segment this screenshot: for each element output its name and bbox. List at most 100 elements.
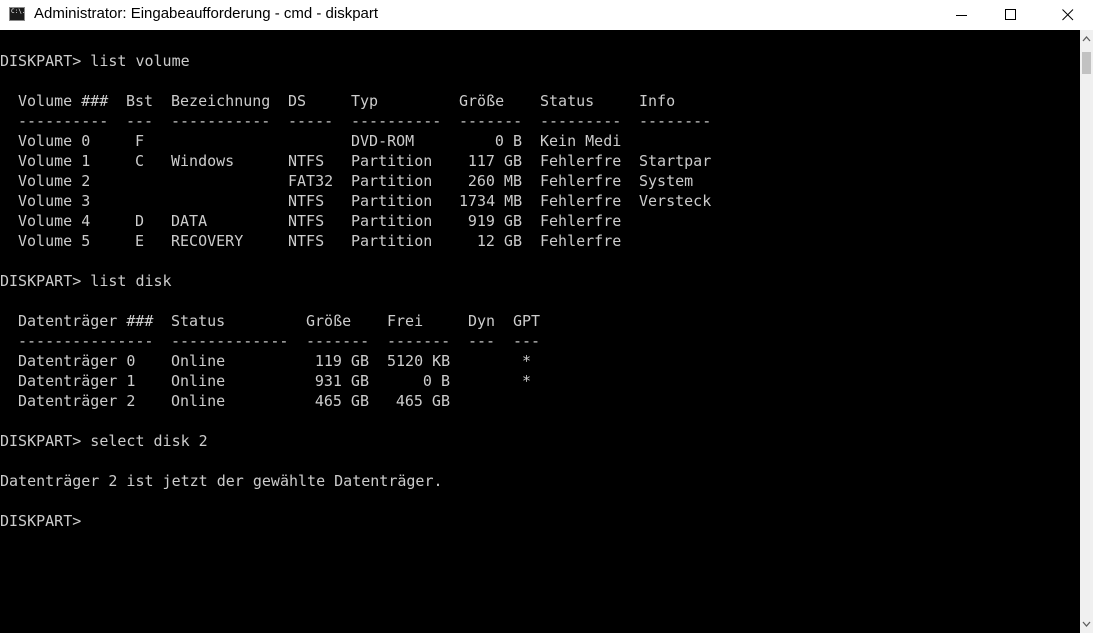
- volume-label: DATA: [171, 212, 208, 230]
- separator: ---: [468, 332, 496, 350]
- volume-status: Fehlerfre: [540, 212, 622, 230]
- volume-fs: NTFS: [288, 152, 325, 170]
- column-header: Bst: [126, 92, 154, 110]
- volume-info: Versteck: [639, 192, 712, 210]
- disk-free: 465 GB: [395, 392, 450, 410]
- separator: ---: [126, 112, 154, 130]
- disk-size: 465 GB: [314, 392, 369, 410]
- volume-fs: NTFS: [288, 212, 325, 230]
- disk-gpt: *: [522, 372, 532, 390]
- column-header: Status: [540, 92, 595, 110]
- volume-name: Volume 3: [18, 192, 91, 210]
- column-header: Größe: [306, 312, 352, 330]
- volume-size: 260 MB: [467, 172, 522, 190]
- volume-table-separator: ---------- --- ----------- ----- -------…: [0, 111, 1080, 131]
- volume-name: Volume 4: [18, 212, 91, 230]
- table-row: Volume 1 C Windows NTFS Partition 117 GB…: [0, 151, 1080, 171]
- minimize-button[interactable]: [939, 0, 985, 30]
- cmd-icon-glyph: C:\.: [11, 8, 26, 15]
- column-header: Frei: [387, 312, 424, 330]
- column-header: Bezeichnung: [171, 92, 271, 110]
- volume-info: System: [639, 172, 694, 190]
- volume-size: 12 GB: [476, 232, 522, 250]
- title-bar[interactable]: C:\. Administrator: Eingabeaufforderung …: [0, 0, 1093, 30]
- separator: ---------------: [18, 332, 154, 350]
- disk-status: Online: [171, 372, 226, 390]
- disk-name: Datenträger 0: [18, 352, 136, 370]
- disk-status: Online: [171, 392, 226, 410]
- scroll-down-button[interactable]: [1080, 617, 1093, 631]
- disk-table-header: Datenträger ### Status Größe Frei Dyn GP…: [0, 311, 1080, 331]
- table-row: Volume 3 NTFS Partition 1734 MB Fehlerfr…: [0, 191, 1080, 211]
- close-button[interactable]: [1045, 0, 1091, 30]
- vertical-scrollbar[interactable]: [1080, 30, 1093, 633]
- scroll-up-button[interactable]: [1080, 32, 1093, 46]
- volume-status: Fehlerfre: [540, 152, 622, 170]
- prompt-line: DISKPART> select disk 2: [0, 432, 208, 450]
- volume-fs: NTFS: [288, 232, 325, 250]
- prompt-line[interactable]: DISKPART>: [0, 511, 81, 531]
- maximize-icon: [1005, 9, 1016, 20]
- scroll-thumb[interactable]: [1082, 52, 1091, 74]
- table-row: Volume 4 D DATA NTFS Partition 919 GB Fe…: [0, 211, 1080, 231]
- disk-free: 5120 KB: [387, 352, 451, 370]
- disk-name: Datenträger 1: [18, 372, 136, 390]
- separator: -----: [288, 112, 334, 130]
- volume-size: 0 B: [494, 132, 522, 150]
- table-row: Datenträger 0 Online 119 GB 5120 KB *: [0, 351, 1080, 371]
- separator: -------------: [171, 332, 289, 350]
- column-header: Dyn: [468, 312, 496, 330]
- disk-size: 931 GB: [314, 372, 369, 390]
- volume-name: Volume 0: [18, 132, 91, 150]
- table-row: Volume 5 E RECOVERY NTFS Partition 12 GB…: [0, 231, 1080, 251]
- volume-label: RECOVERY: [171, 232, 244, 250]
- prompt-line: DISKPART> list volume: [0, 52, 190, 70]
- prompt-line: DISKPART> list disk: [0, 272, 172, 290]
- cmd-icon[interactable]: C:\.: [9, 7, 25, 21]
- column-header: Datenträger ###: [18, 312, 154, 330]
- separator: --------: [639, 112, 712, 130]
- chevron-up-icon: [1082, 36, 1091, 42]
- column-header: Volume ###: [18, 92, 109, 110]
- volume-fs: FAT32: [288, 172, 334, 190]
- column-header: Größe: [459, 92, 505, 110]
- volume-name: Volume 2: [18, 172, 91, 190]
- console-output[interactable]: DISKPART> list volume Volume ### Bst Bez…: [0, 30, 1080, 633]
- volume-type: Partition: [351, 192, 433, 210]
- result-message: Datenträger 2 ist jetzt der gewählte Dat…: [0, 472, 443, 490]
- volume-status: Kein Medi: [540, 132, 622, 150]
- volume-letter: C: [135, 152, 145, 170]
- disk-size: 119 GB: [314, 352, 369, 370]
- maximize-button[interactable]: [988, 0, 1034, 30]
- volume-type: DVD-ROM: [351, 132, 415, 150]
- volume-name: Volume 5: [18, 232, 91, 250]
- separator: ----------: [18, 112, 109, 130]
- disk-table-separator: --------------- ------------- ------- --…: [0, 331, 1080, 351]
- volume-status: Fehlerfre: [540, 172, 622, 190]
- separator: -------: [387, 332, 451, 350]
- table-row: Volume 2 FAT32 Partition 260 MB Fehlerfr…: [0, 171, 1080, 191]
- volume-size: 1734 MB: [459, 192, 523, 210]
- volume-table-header: Volume ### Bst Bezeichnung DS Typ Größe …: [0, 91, 1080, 111]
- volume-letter: E: [135, 232, 145, 250]
- column-header: DS: [288, 92, 307, 110]
- table-row: Volume 0 F DVD-ROM 0 B Kein Medi: [0, 131, 1080, 151]
- volume-letter: F: [135, 132, 145, 150]
- window-title: Administrator: Eingabeaufforderung - cmd…: [34, 5, 379, 22]
- disk-gpt: *: [522, 352, 532, 370]
- volume-letter: D: [135, 212, 145, 230]
- separator: ----------: [351, 112, 442, 130]
- minimize-icon: [956, 15, 967, 16]
- volume-status: Fehlerfre: [540, 192, 622, 210]
- close-icon: [1062, 9, 1074, 21]
- volume-fs: NTFS: [288, 192, 325, 210]
- volume-info: Startpar: [639, 152, 712, 170]
- column-header: Typ: [351, 92, 379, 110]
- volume-type: Partition: [351, 232, 433, 250]
- volume-type: Partition: [351, 152, 433, 170]
- volume-size: 117 GB: [467, 152, 522, 170]
- chevron-down-icon: [1082, 621, 1091, 627]
- column-header: GPT: [513, 312, 541, 330]
- table-row: Datenträger 1 Online 931 GB 0 B *: [0, 371, 1080, 391]
- column-header: Info: [639, 92, 676, 110]
